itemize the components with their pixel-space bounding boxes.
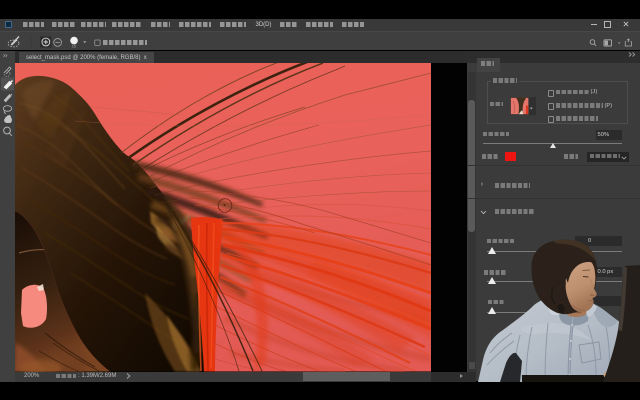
svg-text:15: 15 [72, 45, 76, 49]
